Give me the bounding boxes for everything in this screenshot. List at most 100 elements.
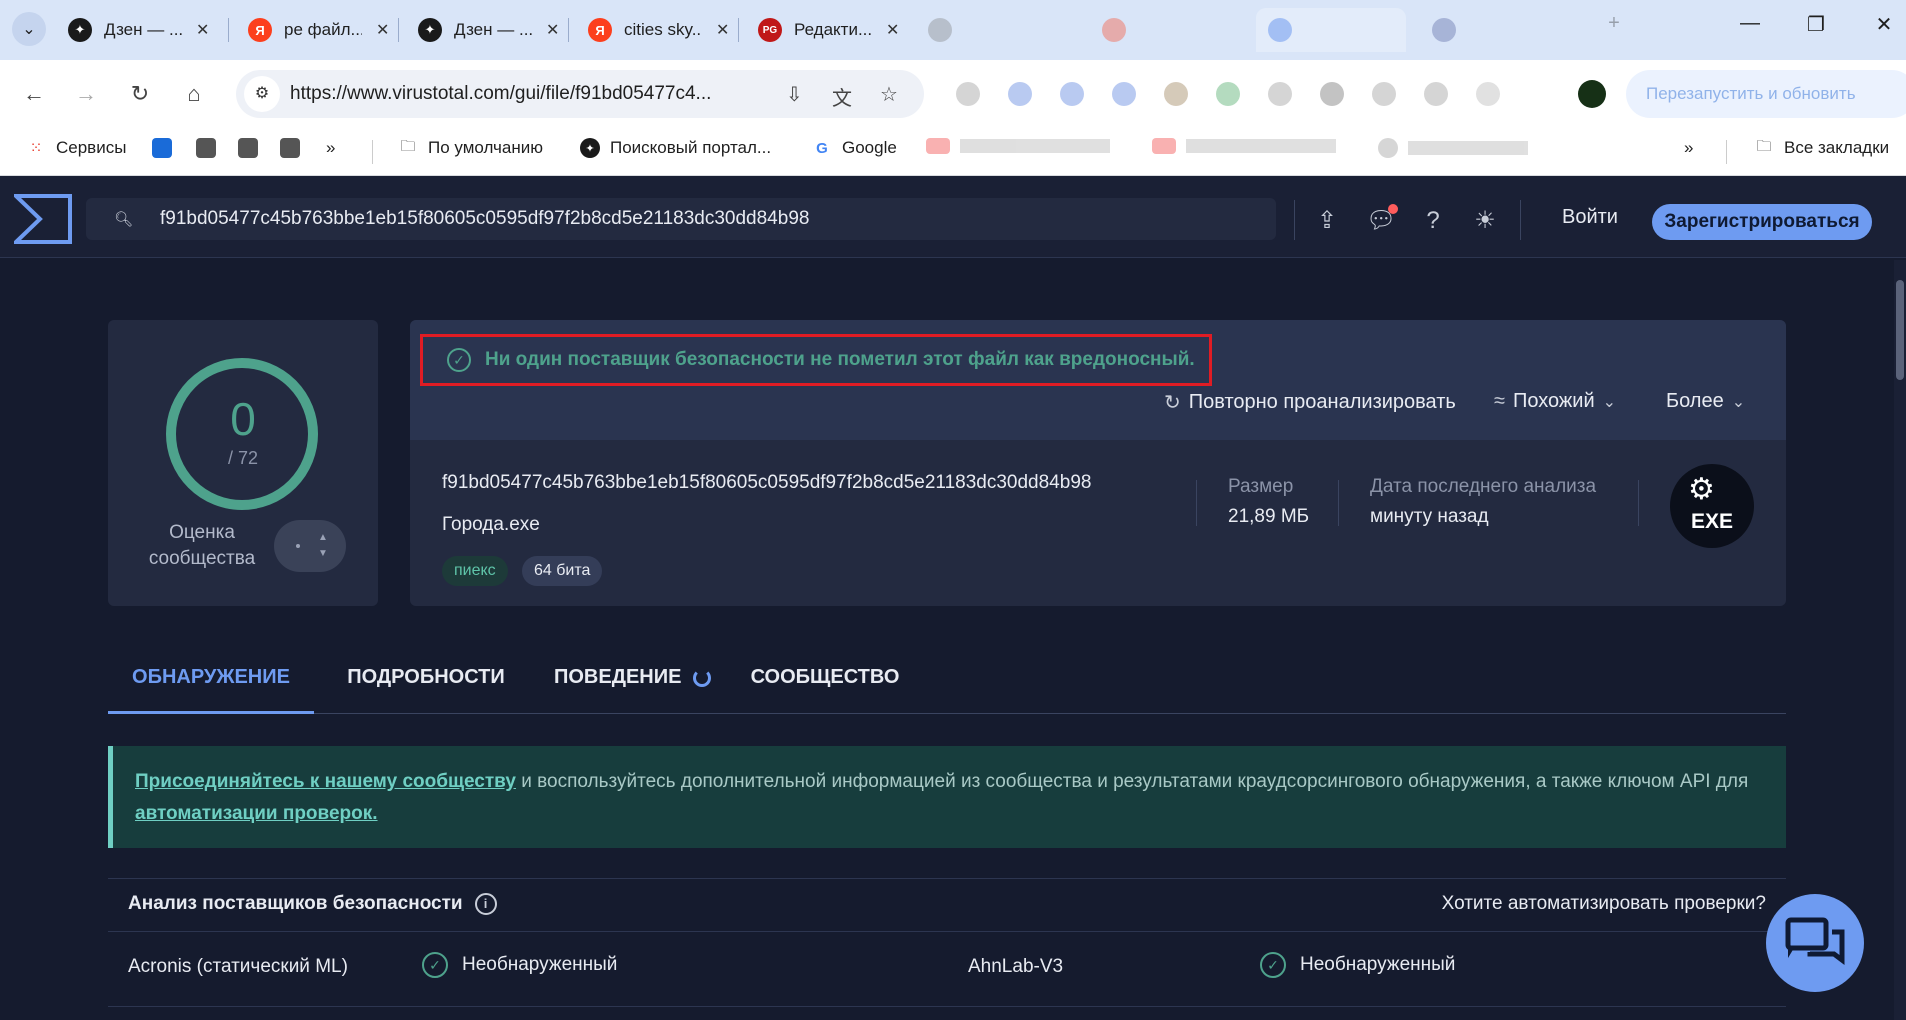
browser-tab[interactable]: ✦ Дзен — ... ✕ (56, 8, 221, 52)
theme-sun-icon[interactable]: ☀ (1470, 206, 1500, 236)
file-name: Города.exe (442, 514, 540, 535)
tab-title: ре файл... (284, 20, 362, 39)
forward-arrow-icon[interactable]: → (68, 76, 104, 112)
vendor-name: AhnLab-V3 (968, 956, 1064, 977)
close-icon[interactable]: ✕ (886, 20, 899, 40)
scrollbar-thumb[interactable] (1896, 280, 1904, 380)
close-icon[interactable]: ✕ (196, 20, 209, 40)
tab-search-chevron-icon[interactable]: ⌄ (12, 12, 46, 46)
tab-title: cities sky... (624, 20, 702, 39)
upload-icon[interactable]: ⇪ (1312, 206, 1342, 236)
file-type-label: EXE (1690, 510, 1734, 533)
browser-tab[interactable]: ✦ Дзен — ... ✕ (406, 8, 571, 52)
automation-link[interactable]: автоматизации проверок. (135, 803, 378, 824)
help-icon[interactable]: ? (1418, 206, 1448, 236)
address-url[interactable]: https://www.virustotal.com/gui/file/f91b… (290, 83, 711, 105)
signup-button[interactable]: Зарегистрироваться (1652, 204, 1872, 240)
similar-button[interactable]: ≈ Похожий ⌄ (1494, 390, 1616, 413)
back-arrow-icon[interactable]: ← (16, 76, 52, 112)
tab-title: Дзен — ... (104, 20, 182, 39)
more-button[interactable]: Более ⌄ (1666, 390, 1745, 413)
join-community-link[interactable]: Присоединяйтесь к нашему сообществу (135, 771, 516, 792)
close-icon[interactable]: ✕ (546, 20, 559, 40)
bookmark-icon-only[interactable] (280, 138, 300, 158)
minimize-icon[interactable]: — (1730, 12, 1770, 35)
reload-icon[interactable]: ↻ (122, 76, 158, 112)
home-icon[interactable]: ⌂ (176, 76, 212, 112)
table-row: Acronis (статический ML) ✓ Необнаруженны… (108, 931, 1786, 1007)
tab-detection[interactable]: ОБНАРУЖЕНИЕ (108, 648, 314, 714)
vendor-analysis-section: Анализ поставщиков безопасности i Хотите… (108, 878, 1786, 1020)
playground-icon: PG (758, 18, 782, 42)
bookmark-star-icon[interactable]: ☆ (880, 82, 898, 107)
bookmark-blurred[interactable] (1152, 138, 1336, 154)
info-icon[interactable]: i (474, 893, 497, 915)
new-tab-icon[interactable]: + (1594, 12, 1634, 35)
notification-dot (1388, 204, 1398, 214)
profile-avatar[interactable] (1578, 80, 1606, 108)
browser-tab-blurred[interactable] (916, 8, 1066, 52)
translate-icon[interactable]: 文 (832, 82, 852, 111)
tag-64bit[interactable]: 64 бита (522, 556, 603, 586)
verdict-text: Ни один поставщик безопасности не помети… (485, 349, 1195, 370)
site-icon (280, 138, 300, 158)
browser-tab-active[interactable] (1256, 8, 1406, 52)
community-vote-control[interactable]: ▲ ▼ (274, 520, 346, 572)
site-icon (196, 138, 216, 158)
close-icon[interactable]: ✕ (716, 20, 729, 40)
chevron-down-icon: ⌄ (1731, 393, 1746, 411)
similar-wave-icon: ≈ (1494, 390, 1505, 412)
vendor-result: ✓ Необнаруженный (1260, 952, 1455, 978)
vote-up-icon[interactable]: ▲ (318, 532, 328, 543)
virustotal-icon (1268, 18, 1292, 42)
browser-tab[interactable]: PG Редакти... ✕ (746, 8, 911, 52)
bookmark-all[interactable]: 🗀 Все закладки (1754, 138, 1889, 158)
bookmarks-bar: ⁙ Сервисы » 🗀 По умолчанию ✦ Поисковый п… (0, 126, 1906, 176)
restore-icon[interactable]: ❐ (1796, 12, 1836, 37)
more-bookmarks-icon[interactable]: » (1684, 138, 1693, 158)
automate-checks-link[interactable]: Хотите автоматизировать проверки? (1442, 893, 1766, 915)
last-analysis-value: минуту назад (1370, 506, 1489, 527)
bookmark-blurred[interactable] (926, 138, 1110, 154)
tab-details[interactable]: ПОДРОБНОСТИ (346, 648, 506, 714)
install-app-icon[interactable]: ⇩ (786, 82, 803, 107)
bookmark-icon-only[interactable] (152, 138, 172, 158)
bookmark-search-portal[interactable]: ✦ Поисковый портал... (580, 138, 771, 158)
bookmark-icon-only[interactable] (238, 138, 258, 158)
folder-icon: 🗀 (400, 137, 416, 155)
search-input[interactable] (160, 198, 1260, 240)
dzen-icon: ✦ (580, 138, 600, 158)
window-close-icon[interactable]: ✕ (1864, 12, 1904, 37)
more-bookmarks-icon[interactable]: » (326, 138, 335, 158)
address-bar[interactable]: ⚙ https://www.virustotal.com/gui/file/f9… (236, 70, 924, 118)
bookmark-folder-default[interactable]: 🗀 По умолчанию (398, 137, 542, 158)
extensions-strip[interactable] (956, 82, 1500, 106)
browser-tab[interactable]: Я cities sky... ✕ (576, 8, 741, 52)
relaunch-update-button[interactable]: Перезапустить и обновить (1626, 70, 1906, 118)
bookmark-blurred[interactable] (1378, 138, 1528, 158)
browser-tab-blurred[interactable] (1420, 8, 1570, 52)
tag-pe[interactable]: пиекс (442, 556, 508, 586)
tab-community[interactable]: СООБЩЕСТВО (750, 648, 900, 714)
login-link[interactable]: Войти (1562, 206, 1618, 229)
browser-tab[interactable]: Я ре файл... ✕ (236, 8, 401, 52)
tab-behavior[interactable]: ПОВЕДЕНИЕ (554, 648, 712, 714)
search-bar[interactable]: 🔍︎ (86, 198, 1276, 240)
browser-tab-blurred[interactable] (1090, 8, 1240, 52)
chat-bubbles-icon (1785, 917, 1845, 965)
site-settings-icon[interactable]: ⚙ (244, 76, 280, 112)
site-icon (1378, 138, 1398, 158)
bookmark-google[interactable]: G Google (812, 138, 897, 158)
bookmark-icon-only[interactable] (196, 138, 216, 158)
yandex-icon: Я (588, 18, 612, 42)
file-hash[interactable]: f91bd05477c45b763bbe1eb15f80605c0595df97… (442, 472, 1091, 494)
virustotal-logo-icon[interactable] (14, 194, 72, 244)
page-scrollbar[interactable] (1894, 260, 1906, 1020)
reanalyze-button[interactable]: ↻ Повторно проанализировать (1164, 390, 1456, 415)
chat-support-button[interactable] (1766, 894, 1864, 992)
vote-down-icon[interactable]: ▼ (318, 548, 328, 559)
close-icon[interactable]: ✕ (376, 20, 389, 40)
site-icon (1432, 18, 1456, 42)
bookmark-services[interactable]: ⁙ Сервисы (26, 138, 127, 158)
file-type-badge: ⚙ EXE (1670, 464, 1754, 548)
